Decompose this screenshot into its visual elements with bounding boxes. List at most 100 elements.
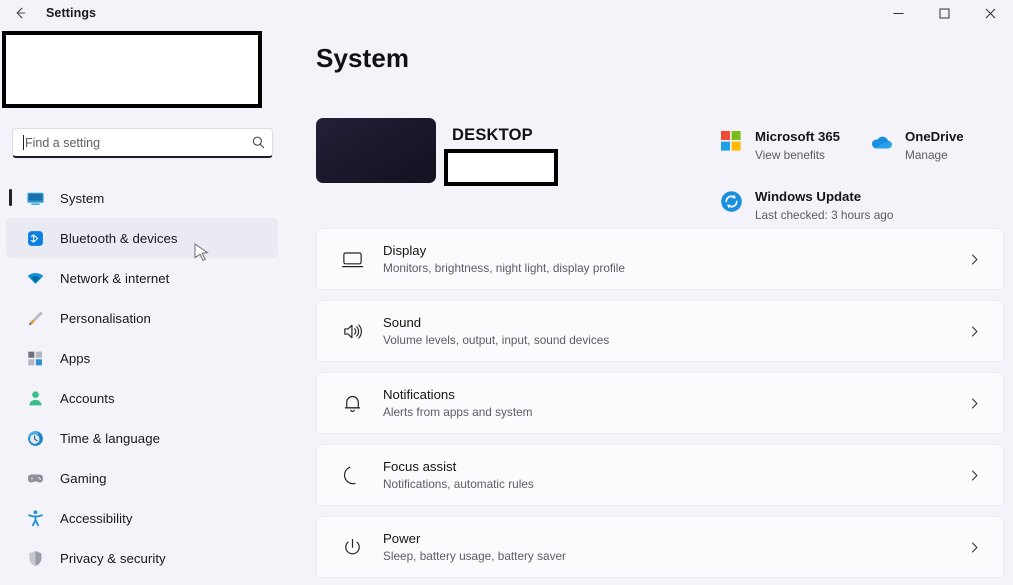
sidebar-item-label: Privacy & security: [60, 550, 166, 566]
settings-row-subtitle: Sleep, battery usage, battery saver: [383, 549, 566, 563]
apps-grid-icon: [24, 348, 46, 368]
paintbrush-icon: [24, 308, 46, 328]
speaker-icon: [335, 316, 369, 346]
back-button[interactable]: [4, 0, 36, 26]
chevron-right-icon: [965, 322, 983, 340]
settings-row-texts: Display Monitors, brightness, night ligh…: [383, 242, 965, 276]
main-content: System DESKTOP Microsoft 365 View benefi…: [300, 26, 1013, 585]
settings-row-title: Power: [383, 531, 421, 546]
display-monitor-icon: [335, 244, 369, 274]
page-title: System: [316, 43, 410, 73]
settings-row-subtitle: Alerts from apps and system: [383, 405, 533, 419]
settings-list: Display Monitors, brightness, night ligh…: [316, 228, 1004, 585]
minimize-button[interactable]: [875, 0, 921, 26]
window-title: Settings: [46, 6, 97, 20]
settings-row-texts: Notifications Alerts from apps and syste…: [383, 386, 965, 420]
search-box[interactable]: [12, 128, 273, 158]
close-button[interactable]: [967, 0, 1013, 26]
onedrive-cloud-icon: [868, 128, 894, 154]
service-title: Windows Update: [755, 189, 862, 204]
sidebar-item-label: Time & language: [60, 430, 160, 446]
microsoft-365-logo: [718, 128, 744, 154]
sidebar-item-apps[interactable]: Apps: [6, 338, 278, 378]
chevron-right-icon: [965, 250, 983, 268]
settings-row-subtitle: Volume levels, output, input, sound devi…: [383, 333, 610, 347]
sidebar-nav: System Bluetooth & devices Network & int…: [0, 178, 300, 578]
settings-row-texts: Focus assist Notifications, automatic ru…: [383, 458, 965, 492]
sidebar-item-time-language[interactable]: Time & language: [6, 418, 278, 458]
sidebar-item-label: Gaming: [60, 470, 107, 486]
sidebar-item-label: System: [60, 190, 105, 206]
sidebar-item-label: Accounts: [60, 390, 115, 406]
service-subtitle[interactable]: Manage: [905, 147, 964, 163]
sidebar: System Bluetooth & devices: [0, 26, 300, 585]
maximize-icon: [939, 8, 949, 18]
sidebar-item-privacy-security[interactable]: Privacy & security: [6, 538, 278, 578]
moon-icon: [335, 460, 369, 490]
shield-icon: [24, 548, 46, 568]
microsoft-365-texts: Microsoft 365 View benefits: [755, 128, 840, 163]
device-thumbnail: [316, 118, 436, 183]
settings-row-texts: Power Sleep, battery usage, battery save…: [383, 530, 965, 564]
sidebar-item-label: Accessibility: [60, 510, 133, 526]
sidebar-item-bluetooth-devices[interactable]: Bluetooth & devices: [6, 218, 278, 258]
device-name: DESKTOP: [452, 126, 533, 144]
onedrive-card[interactable]: OneDrive Manage: [868, 128, 964, 163]
bell-icon: [335, 388, 369, 418]
chevron-right-icon: [965, 394, 983, 412]
windows-update-texts: Windows Update Last checked: 3 hours ago: [755, 188, 893, 223]
minimize-icon: [893, 12, 903, 14]
service-subtitle: Last checked: 3 hours ago: [755, 208, 894, 222]
user-profile-redaction: [2, 31, 262, 108]
windows-update-card[interactable]: Windows Update Last checked: 3 hours ago: [718, 188, 893, 223]
bluetooth-icon: [24, 228, 46, 248]
chevron-right-icon: [965, 466, 983, 484]
sidebar-item-personalisation[interactable]: Personalisation: [6, 298, 278, 338]
sidebar-item-system[interactable]: System: [6, 178, 278, 218]
monitor-icon: [24, 188, 46, 208]
service-title: OneDrive: [905, 129, 964, 144]
sidebar-item-label: Network & internet: [60, 270, 170, 286]
search-icon[interactable]: [244, 135, 272, 150]
person-icon: [24, 388, 46, 408]
settings-row-display[interactable]: Display Monitors, brightness, night ligh…: [316, 228, 1004, 290]
close-icon: [985, 8, 995, 18]
chevron-right-icon: [965, 538, 983, 556]
sidebar-item-label: Apps: [60, 350, 91, 366]
back-arrow-icon: [16, 7, 26, 19]
settings-row-texts: Sound Volume levels, output, input, soun…: [383, 314, 965, 348]
accessibility-icon: [24, 508, 46, 528]
settings-row-focus-assist[interactable]: Focus assist Notifications, automatic ru…: [316, 444, 1004, 506]
sidebar-item-network-internet[interactable]: Network & internet: [6, 258, 278, 298]
settings-row-subtitle: Monitors, brightness, night light, displ…: [383, 261, 625, 275]
settings-row-title: Notifications: [383, 387, 455, 402]
device-model-redaction: [444, 149, 558, 186]
settings-row-title: Focus assist: [383, 459, 457, 474]
settings-row-title: Sound: [383, 315, 422, 330]
microsoft-365-card[interactable]: Microsoft 365 View benefits: [718, 128, 840, 163]
settings-row-title: Display: [383, 243, 427, 258]
clock-globe-icon: [24, 428, 46, 448]
settings-row-power[interactable]: Power Sleep, battery usage, battery save…: [316, 516, 1004, 578]
maximize-button[interactable]: [921, 0, 967, 26]
windows-update-icon: [718, 188, 744, 214]
window-controls: [875, 0, 1013, 26]
search-input[interactable]: [24, 135, 244, 150]
service-subtitle[interactable]: View benefits: [755, 147, 840, 163]
power-icon: [335, 532, 369, 562]
title-bar: Settings: [0, 0, 1013, 26]
sidebar-item-gaming[interactable]: Gaming: [6, 458, 278, 498]
settings-row-subtitle: Notifications, automatic rules: [383, 477, 534, 491]
sidebar-item-accounts[interactable]: Accounts: [6, 378, 278, 418]
sidebar-item-label: Personalisation: [60, 310, 151, 326]
sidebar-item-accessibility[interactable]: Accessibility: [6, 498, 278, 538]
settings-row-sound[interactable]: Sound Volume levels, output, input, soun…: [316, 300, 1004, 362]
settings-row-notifications[interactable]: Notifications Alerts from apps and syste…: [316, 372, 1004, 434]
service-title: Microsoft 365: [755, 129, 841, 144]
sidebar-item-label: Bluetooth & devices: [60, 230, 178, 246]
settings-window: Settings Find a setting System Bluetooth…: [0, 0, 1013, 585]
onedrive-texts: OneDrive Manage: [905, 128, 964, 163]
gamepad-icon: [24, 468, 46, 488]
selection-indicator: [9, 189, 12, 206]
wifi-icon: [24, 268, 46, 288]
